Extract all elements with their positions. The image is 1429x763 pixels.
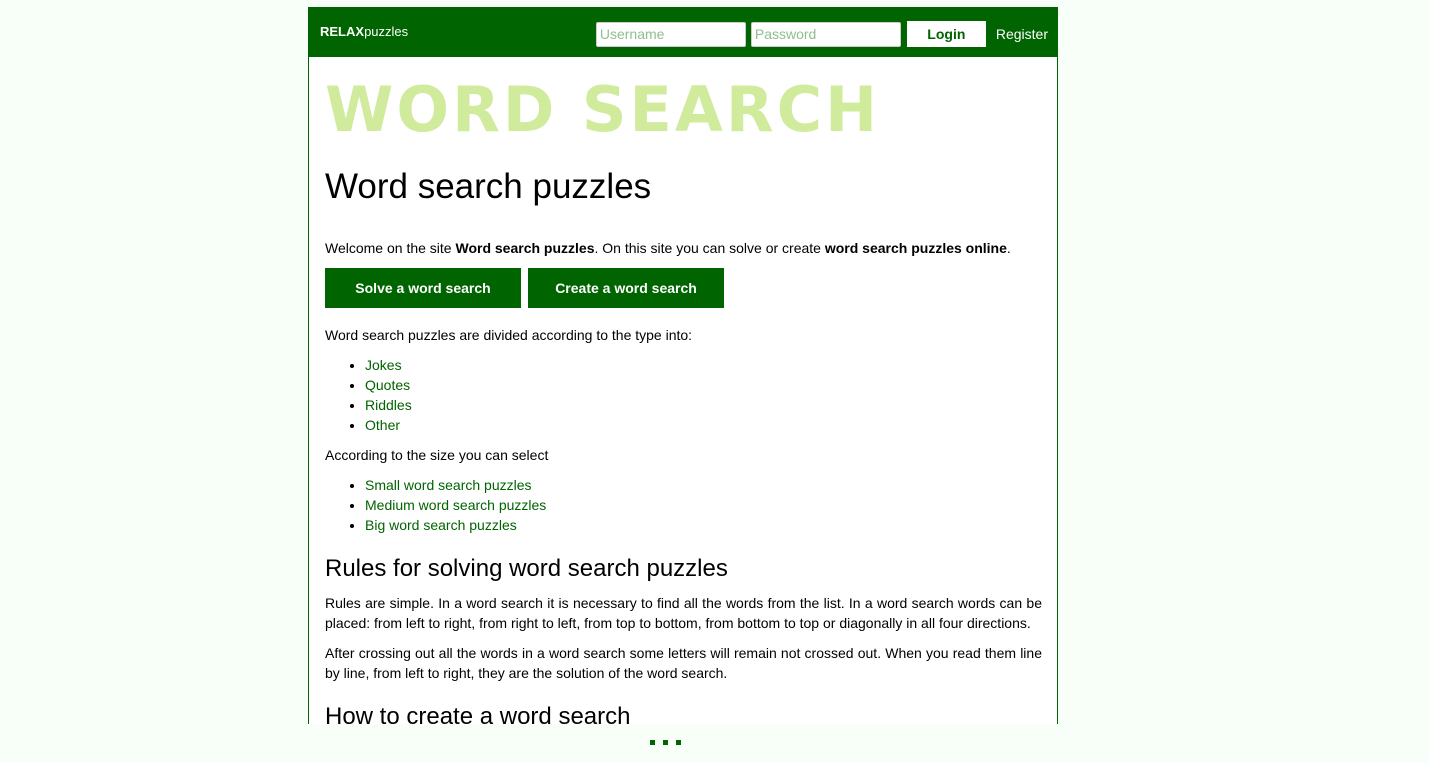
list-item: Riddles xyxy=(365,395,1042,415)
welcome-part: Welcome on the site xyxy=(325,240,456,256)
more-dots-icon xyxy=(650,740,689,745)
rules-heading: Rules for solving word search puzzles xyxy=(325,555,728,582)
list-item: Jokes xyxy=(365,355,1042,375)
main-content: WORD SEARCH Word search puzzles Welcome … xyxy=(308,57,1058,724)
solve-word-search-button[interactable]: Solve a word search xyxy=(325,268,521,308)
logo-bold: RELAX xyxy=(320,24,365,39)
list-item: Small word search puzzles xyxy=(365,475,1042,495)
size-link-medium[interactable]: Medium word search puzzles xyxy=(365,497,546,513)
rules-paragraph-2: After crossing out all the words in a wo… xyxy=(325,645,1042,681)
header-bar: RELAXpuzzles Login Register xyxy=(308,7,1058,57)
dot xyxy=(663,740,668,745)
list-item: Big word search puzzles xyxy=(365,515,1042,535)
login-button[interactable]: Login xyxy=(906,21,986,47)
register-link[interactable]: Register xyxy=(996,26,1048,42)
login-form: Login Register xyxy=(595,21,1048,47)
password-input[interactable] xyxy=(750,21,901,47)
action-buttons: Solve a word search Create a word search xyxy=(325,268,1042,308)
type-link-quotes[interactable]: Quotes xyxy=(365,377,410,393)
size-link-big[interactable]: Big word search puzzles xyxy=(365,517,517,533)
rules-paragraph-1: Rules are simple. In a word search it is… xyxy=(325,595,1042,631)
dot xyxy=(650,740,655,745)
list-item: Quotes xyxy=(365,375,1042,395)
page-title: Word search puzzles xyxy=(325,167,652,206)
type-link-jokes[interactable]: Jokes xyxy=(365,357,402,373)
page-container: RELAXpuzzles Login Register WORD SEARCH … xyxy=(308,7,1058,724)
create-heading: How to create a word search xyxy=(325,703,631,724)
size-link-small[interactable]: Small word search puzzles xyxy=(365,477,532,493)
sizes-list: Small word search puzzles Medium word se… xyxy=(325,475,1042,535)
create-word-search-button[interactable]: Create a word search xyxy=(528,268,724,308)
load-more-overlay[interactable] xyxy=(308,724,1058,763)
list-item: Medium word search puzzles xyxy=(365,495,1042,515)
sizes-intro: According to the size you can select xyxy=(325,447,549,463)
site-logo[interactable]: RELAXpuzzles xyxy=(320,24,408,39)
types-intro: Word search puzzles are divided accordin… xyxy=(325,327,693,343)
banner-title: WORD SEARCH xyxy=(325,73,881,146)
types-list: Jokes Quotes Riddles Other xyxy=(325,355,1042,435)
list-item: Other xyxy=(365,415,1042,435)
welcome-bold: Word search puzzles xyxy=(455,240,595,256)
dot xyxy=(676,740,681,745)
type-link-other[interactable]: Other xyxy=(365,417,400,433)
welcome-part: . On this site you can solve or create xyxy=(594,240,825,256)
logo-rest: puzzles xyxy=(364,24,409,39)
username-input[interactable] xyxy=(595,21,746,47)
welcome-bold: word search puzzles online xyxy=(824,240,1007,256)
welcome-text: Welcome on the site Word search puzzles.… xyxy=(325,238,1042,258)
welcome-part: . xyxy=(1006,240,1011,256)
type-link-riddles[interactable]: Riddles xyxy=(365,397,412,413)
